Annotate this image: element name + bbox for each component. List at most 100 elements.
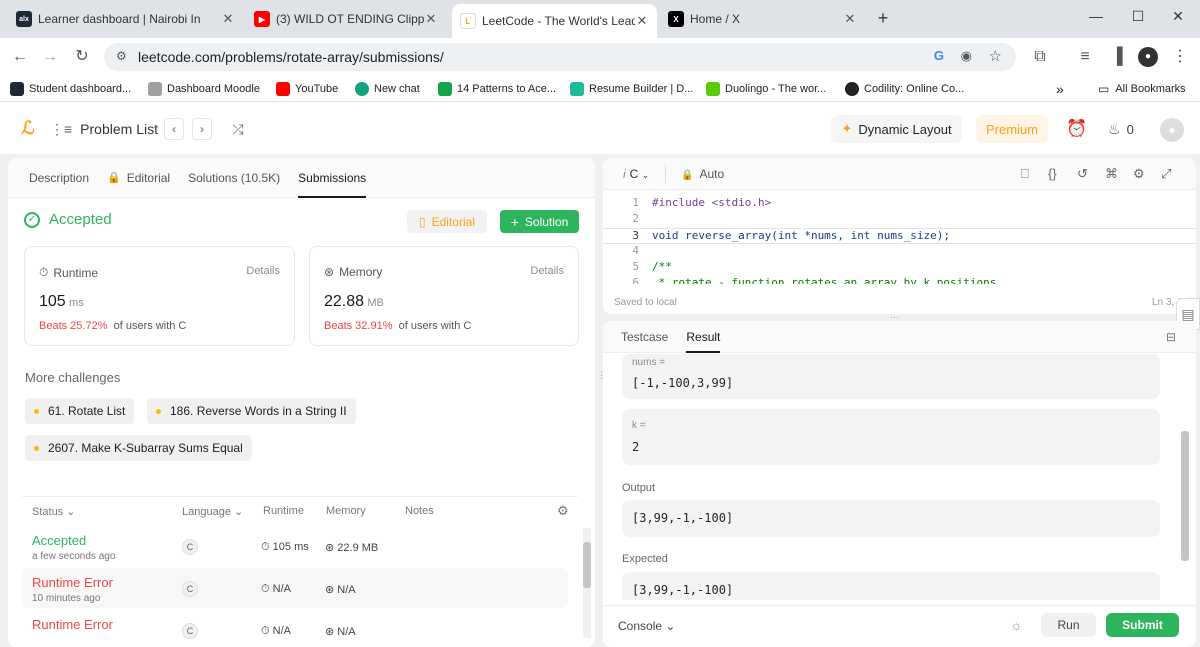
bookmark-item[interactable]: Student dashboard... xyxy=(10,80,131,98)
submit-button[interactable]: Submit xyxy=(1106,613,1179,637)
shuffle-icon[interactable]: ⤮ xyxy=(228,118,248,140)
premium-button[interactable]: Premium xyxy=(976,115,1048,143)
menu-icon[interactable]: ⋮ xyxy=(1170,47,1190,67)
bookmarks-bar: Student dashboard... Dashboard Moodle Yo… xyxy=(0,76,1200,102)
leetcode-navbar: ℒ ⋮≡ Problem List ‹ › ⤮ ✦ Dynamic Layout… xyxy=(0,102,1200,154)
site-info-icon[interactable]: ⚙ xyxy=(116,49,127,63)
memory-value: 22.88 MB xyxy=(324,293,384,310)
runtime-value: 105 ms xyxy=(39,293,84,310)
dynamic-layout-button[interactable]: ✦ Dynamic Layout xyxy=(831,115,962,143)
bookmark-item[interactable]: Duolingo - The wor... xyxy=(706,80,826,98)
debug-icon[interactable]: ☼ xyxy=(1010,617,1023,633)
maximize-icon[interactable]: ☐ xyxy=(1128,8,1148,25)
bookmark-item[interactable]: New chat xyxy=(355,80,420,98)
console-toggle[interactable]: Console ⌄ xyxy=(618,619,675,633)
bookmark-item[interactable]: Resume Builder | D... xyxy=(570,80,693,98)
challenge-chip[interactable]: 186. Reverse Words in a String II xyxy=(147,398,356,424)
eye-off-icon[interactable]: ◉ xyxy=(961,48,972,64)
problem-list-button[interactable]: ⋮≡ Problem List xyxy=(50,120,158,138)
prev-problem-icon[interactable]: ‹ xyxy=(164,118,184,140)
difficulty-dot xyxy=(34,408,39,414)
side-panel-icon[interactable]: ▐ xyxy=(1107,47,1127,67)
output-box: [3,99,-1,-100] xyxy=(622,500,1160,537)
runtime-details-link[interactable]: Details xyxy=(246,265,280,277)
submission-status[interactable]: Runtime Error xyxy=(32,575,113,590)
shortcut-icon[interactable]: ⌘ xyxy=(1105,166,1118,182)
browser-tab-4[interactable]: X Home / X ✕ xyxy=(660,6,865,32)
language-selector[interactable]: iC ⌄ xyxy=(623,167,649,181)
new-tab-button[interactable]: + xyxy=(873,8,893,29)
code-line: 2 xyxy=(632,212,639,225)
browser-tab-3-active[interactable]: L LeetCode - The World's Leadin ✕ xyxy=(452,4,657,38)
bookmark-item[interactable]: 14 Patterns to Ace... xyxy=(438,80,556,98)
memory-card[interactable]: ⊛ Memory Details 22.88 MB Beats 32.91% of… xyxy=(309,246,579,346)
tab-submissions[interactable]: Submissions xyxy=(298,158,367,198)
back-icon[interactable]: ← xyxy=(10,47,30,67)
browser-tab-1[interactable]: alx Learner dashboard | Nairobi In ✕ xyxy=(8,6,243,32)
tab-solutions[interactable]: Solutions (10.5K) xyxy=(188,158,280,198)
leetcode-logo[interactable]: ℒ xyxy=(18,118,38,138)
bookmark-item[interactable]: YouTube xyxy=(276,80,338,98)
editorial-button[interactable]: ▯ Editorial xyxy=(407,210,487,233)
braces-icon[interactable]: {} xyxy=(1048,166,1057,181)
reset-icon[interactable]: ↺ xyxy=(1077,166,1088,182)
k-value: 2 xyxy=(632,440,640,454)
forward-icon[interactable]: → xyxy=(40,47,60,67)
scrollbar-track[interactable] xyxy=(583,528,591,638)
layout-toggle-icon[interactable]: ⊟ xyxy=(1166,330,1176,344)
submission-time: a few seconds ago xyxy=(32,551,116,562)
minimize-icon[interactable]: — xyxy=(1086,8,1106,24)
close-tab-icon[interactable]: ✕ xyxy=(221,11,235,27)
star-icon[interactable]: ☆ xyxy=(989,47,1002,65)
tab-result[interactable]: Result xyxy=(686,321,721,353)
browser-tab-2[interactable]: ▶ (3) WILD OT ENDING Clippers ✕ xyxy=(246,6,446,32)
submission-status[interactable]: Accepted xyxy=(32,533,86,548)
editor-settings-icon[interactable]: ⚙ xyxy=(1133,166,1145,182)
table-row[interactable]: Runtime Error 10 minutes ago C ⏱ N/A ⊛ N… xyxy=(22,568,568,608)
table-row[interactable]: Accepted a few seconds ago C ⏱ 105 ms ⊛ … xyxy=(30,526,576,566)
saved-status: Saved to local xyxy=(614,297,677,308)
tab-editorial[interactable]: 🔒 Editorial xyxy=(107,158,170,198)
status-column-header[interactable]: Status ⌄ xyxy=(32,505,75,518)
divider xyxy=(22,496,578,497)
memory-details-link[interactable]: Details xyxy=(530,265,564,277)
profile-avatar[interactable]: ● xyxy=(1138,47,1158,67)
duolingo-icon xyxy=(706,82,720,96)
challenge-chip[interactable]: 2607. Make K-Subarray Sums Equal xyxy=(25,435,252,461)
media-icon[interactable]: ≡ xyxy=(1075,47,1095,67)
tab-description[interactable]: Description xyxy=(29,158,89,198)
submission-status[interactable]: Runtime Error xyxy=(32,617,113,632)
next-problem-icon[interactable]: › xyxy=(192,118,212,140)
scrollbar-thumb[interactable] xyxy=(1181,431,1189,561)
tab-testcase[interactable]: Testcase xyxy=(621,321,668,353)
bookmark-item[interactable]: Dashboard Moodle xyxy=(148,80,260,98)
reload-icon[interactable]: ↻ xyxy=(72,47,92,67)
close-tab-icon[interactable]: ✕ xyxy=(424,11,438,27)
bookmark-icon[interactable]: ⎕ xyxy=(1021,166,1029,182)
runtime-card[interactable]: ⏱ Runtime Details 105 ms Beats 25.72% of … xyxy=(24,246,295,346)
auto-mode[interactable]: 🔒 Auto xyxy=(681,167,724,181)
code-area[interactable]: 1 #include <stdio.h> 2 3 void reverse_arra… xyxy=(603,196,1196,284)
settings-gear-icon[interactable]: ⚙ xyxy=(557,503,569,519)
table-row[interactable]: Runtime Error C ⏱ N/A ⊛ N/A xyxy=(30,610,576,647)
sparkle-icon: ✦ xyxy=(841,121,853,136)
patterns-icon xyxy=(438,82,452,96)
all-bookmarks[interactable]: ▭ All Bookmarks xyxy=(1098,80,1186,98)
close-window-icon[interactable]: ✕ xyxy=(1168,8,1188,25)
close-tab-icon[interactable]: ✕ xyxy=(635,13,649,29)
challenge-chip[interactable]: 61. Rotate List xyxy=(25,398,135,424)
user-avatar[interactable]: ● xyxy=(1160,118,1184,142)
alarm-icon[interactable]: ⏰ xyxy=(1066,118,1088,140)
extensions-icon[interactable]: ⧉ xyxy=(1030,47,1050,67)
expand-icon[interactable]: ⤢ xyxy=(1161,166,1171,182)
more-bookmarks-icon[interactable]: » xyxy=(1056,80,1064,98)
bookmark-item[interactable]: Codility: Online Co... xyxy=(845,80,964,98)
address-bar[interactable]: ⚙ leetcode.com/problems/rotate-array/sub… xyxy=(104,43,1016,71)
streak-counter[interactable]: ♨ 0 xyxy=(1108,118,1134,140)
run-button[interactable]: Run xyxy=(1041,613,1096,637)
google-icon[interactable]: G xyxy=(934,48,944,63)
scrollbar-thumb[interactable] xyxy=(583,542,591,588)
close-tab-icon[interactable]: ✕ xyxy=(843,11,857,27)
language-column-header[interactable]: Language ⌄ xyxy=(182,505,243,518)
solution-button[interactable]: + Solution xyxy=(500,210,579,233)
